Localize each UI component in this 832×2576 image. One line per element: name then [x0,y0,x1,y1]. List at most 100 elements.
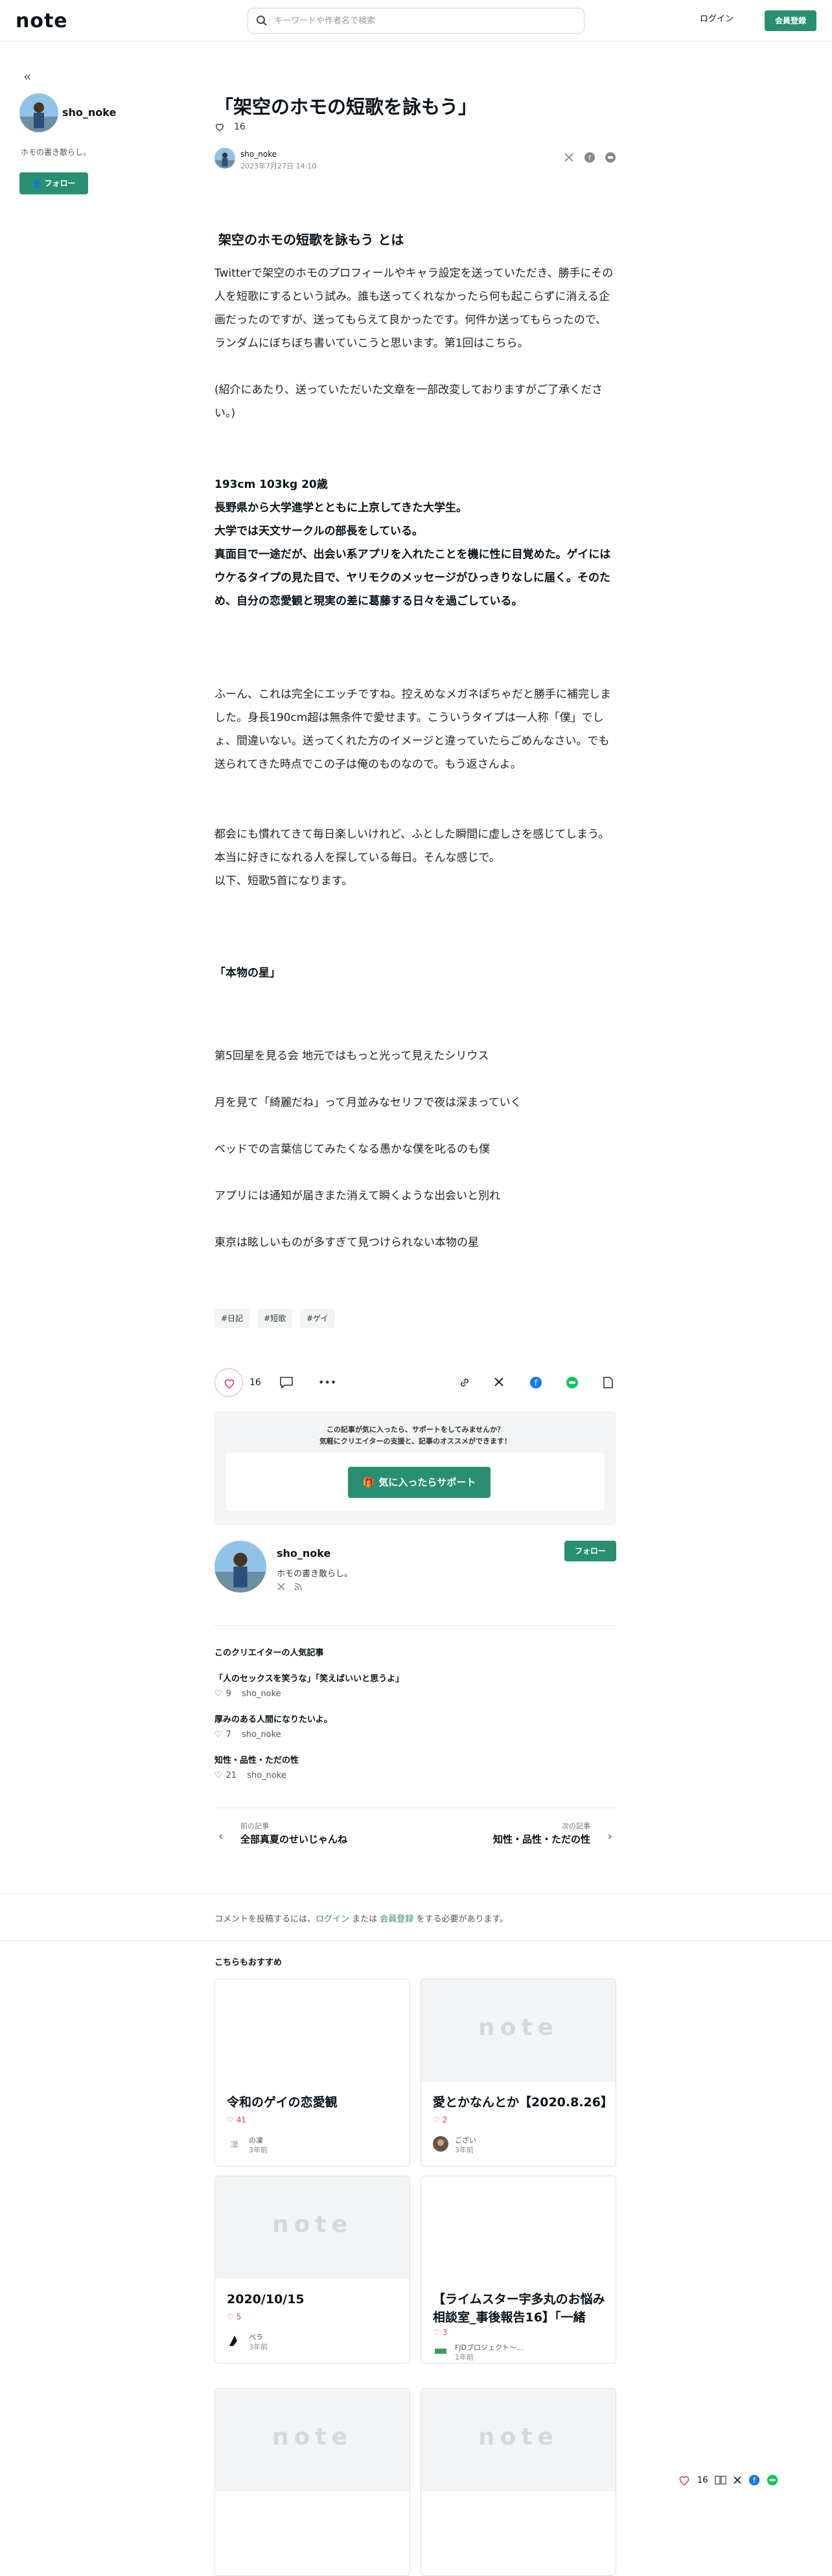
card-author[interactable]: ござい 3年前 [433,2135,608,2154]
sidebar-username[interactable]: sho_noke [62,106,116,119]
comment-or: または [349,1915,380,1924]
prev-article-link[interactable]: ‹ 前の記事 全部真夏のせいじゃんね [214,1814,409,1853]
magazine-icon[interactable] [714,2475,726,2485]
creator-follow-button[interactable]: フォロー [564,1541,616,1561]
popular-article[interactable]: 知性・品性・ただの性 ♡ 21 sho_noke [214,1753,616,1780]
card-title[interactable]: 愛とかなんとか【2020.8.26】 [433,2093,613,2111]
comment-signup-link[interactable]: 会員登録 [380,1915,413,1924]
facebook-share-icon[interactable]: f [584,152,595,163]
post-time: 1年前 [455,2353,474,2362]
article-likes: 16 [214,122,246,132]
x-profile-icon[interactable] [277,1582,286,1591]
card-author[interactable]: ペラ 3年前 [227,2332,402,2351]
like-count: 16 [697,2475,708,2485]
x-share-icon[interactable] [493,1376,505,1388]
recommend-card[interactable]: note [214,2388,410,2576]
support-button[interactable]: 🎁 気に入ったらサポート [348,1467,491,1498]
line-share-icon[interactable] [605,152,616,163]
comment-notice: コメントを投稿するには、ログイン または 会員登録 をする必要があります。 [0,1893,832,1941]
post-time: 3年前 [249,2146,268,2154]
facebook-share-icon[interactable]: f [748,2474,760,2486]
comment-notice-text: コメントを投稿するには、ログイン または 会員登録 をする必要があります。 [214,1912,508,1924]
popular-article-author[interactable]: sho_noke [242,1689,281,1699]
author-avatar: 凜 [227,2136,242,2152]
heart-icon: ♡ [433,2115,440,2124]
hashtag[interactable]: #短歌 [257,1309,293,1328]
next-label: 次の記事 [562,1822,590,1830]
search-input[interactable] [274,14,572,28]
like-count: 16 [249,1377,261,1388]
recommend-card[interactable]: 令和のゲイの恋愛観 ♡ 41 凜 の凜 3年前 [214,1979,410,2167]
popular-article-author[interactable]: sho_noke [242,1730,281,1740]
card-author[interactable]: FJDプロジェクト〜… 1年前 [433,2342,608,2362]
intro-paragraph: Twitterで架空のホモのプロフィールやキャラ設定を送っていただき、勝手にその… [214,267,614,350]
share-buttons: f [563,152,616,163]
rss-icon[interactable] [294,1582,303,1591]
link-icon[interactable] [458,1376,471,1389]
publish-date: 2023年7月27日 14:10 [240,162,317,170]
author-avatar[interactable] [214,148,235,168]
x-share-icon[interactable] [563,152,575,163]
hashtag[interactable]: #ゲイ [300,1309,335,1328]
collapse-sidebar-icon[interactable]: « [23,69,31,84]
popular-article[interactable]: 厚みのある人間になりたいよ。 ♡ 7 sho_noke [214,1712,616,1740]
facebook-share-icon[interactable]: f [529,1376,542,1389]
card-likes: ♡ 2 [433,2115,447,2124]
line-share-icon[interactable] [767,2474,778,2486]
author-name: ござい [455,2136,476,2145]
comment-login-link[interactable]: ログイン [316,1915,349,1924]
comment-icon[interactable] [279,1376,294,1389]
popular-article[interactable]: 「人のセックスを笑うな」「笑えばいいと思うよ」 ♡ 9 sho_noke [214,1672,616,1699]
like-button[interactable] [214,1368,243,1397]
avatar[interactable] [19,93,58,132]
creator-name[interactable]: sho_noke [277,1547,330,1559]
popular-article-title[interactable]: 厚みのある人間になりたいよ。 [214,1712,616,1725]
prev-label: 前の記事 [240,1822,269,1830]
tanka-line: 第5回星を見る会 地元ではもっと光って見えたシリウス [214,1050,489,1063]
popular-article-author[interactable]: sho_noke [247,1771,286,1780]
bookmark-icon[interactable] [602,1376,614,1389]
heart-icon[interactable] [678,2474,691,2486]
x-share-icon[interactable] [733,2476,742,2485]
support-label: 気に入ったらサポート [378,1477,476,1488]
author-row: sho_noke 2023年7月27日 14:10 f [214,146,616,172]
hashtag[interactable]: #日記 [214,1309,250,1328]
tag-list: #日記 #短歌 #ゲイ [214,1309,335,1328]
sidebar-follow-button[interactable]: 👤 フォロー [19,172,88,194]
recommend-card[interactable]: note 愛とかなんとか【2020.8.26】 ♡ 2 ござい 3年前 [421,1979,616,2167]
note-logo[interactable]: note [16,10,68,32]
floating-action-bar: 16 f [678,2468,831,2492]
recommend-card[interactable]: 【ライムスター宇多丸のお悩み相談室_事後報告16】「一緒に… ♡3 FJDプロジ… [421,2176,616,2363]
tanka-line: ベッドでの言葉信じてみたくなる愚かな僕を叱るのも僕 [214,1143,490,1156]
author-name: FJDプロジェクト〜… [455,2343,524,2352]
login-button[interactable]: ログイン [700,12,734,24]
support-message: 気軽にクリエイターの支援と、記事のオススメができます！ [319,1437,512,1445]
profile-line: 193cm 103kg 20歳 [214,478,328,491]
next-article-link[interactable]: 次の記事 知性・品性・ただの性 › [422,1814,616,1853]
tanka-line: 東京は眩しいものが多すぎて見つけられない本物の星 [214,1236,479,1249]
note-placeholder-logo: note [272,2211,352,2238]
card-title[interactable]: 令和のゲイの恋愛観 [227,2093,402,2111]
profile-line: 大学では天文サークルの部長をしている。 [214,525,423,538]
popular-article-title[interactable]: 知性・品性・ただの性 [214,1753,616,1765]
card-title[interactable]: 【ライムスター宇多丸のお悩み相談室_事後報告16】「一緒に… [433,2290,608,2327]
author-name[interactable]: sho_noke [240,150,277,159]
heart-icon [224,1379,235,1389]
popular-article-title[interactable]: 「人のセックスを笑うな」「笑えばいいと思うよ」 [214,1672,616,1684]
heart-icon: ♡ [214,1771,222,1780]
heart-icon[interactable] [214,122,225,132]
article-heading: 架空のホモの短歌を詠もう とは [218,232,404,247]
heart-icon: ♡ [214,1730,222,1740]
recommend-card[interactable]: note [421,2388,616,2576]
card-author[interactable]: 凜 の凜 3年前 [227,2135,402,2154]
signup-button[interactable]: 会員登録 [765,10,816,31]
more-icon[interactable]: ••• [318,1376,336,1388]
creator-avatar[interactable] [214,1541,266,1593]
recommend-card[interactable]: note 2020/10/15 ♡ 5 ペラ 3年前 [214,2176,410,2363]
card-likes: ♡ 5 [227,2312,241,2321]
search-box[interactable] [248,8,584,34]
author-avatar [433,2136,448,2152]
card-title[interactable]: 2020/10/15 [227,2290,402,2308]
line-share-icon[interactable] [566,1376,579,1389]
add-user-icon: 👤 [32,179,42,188]
